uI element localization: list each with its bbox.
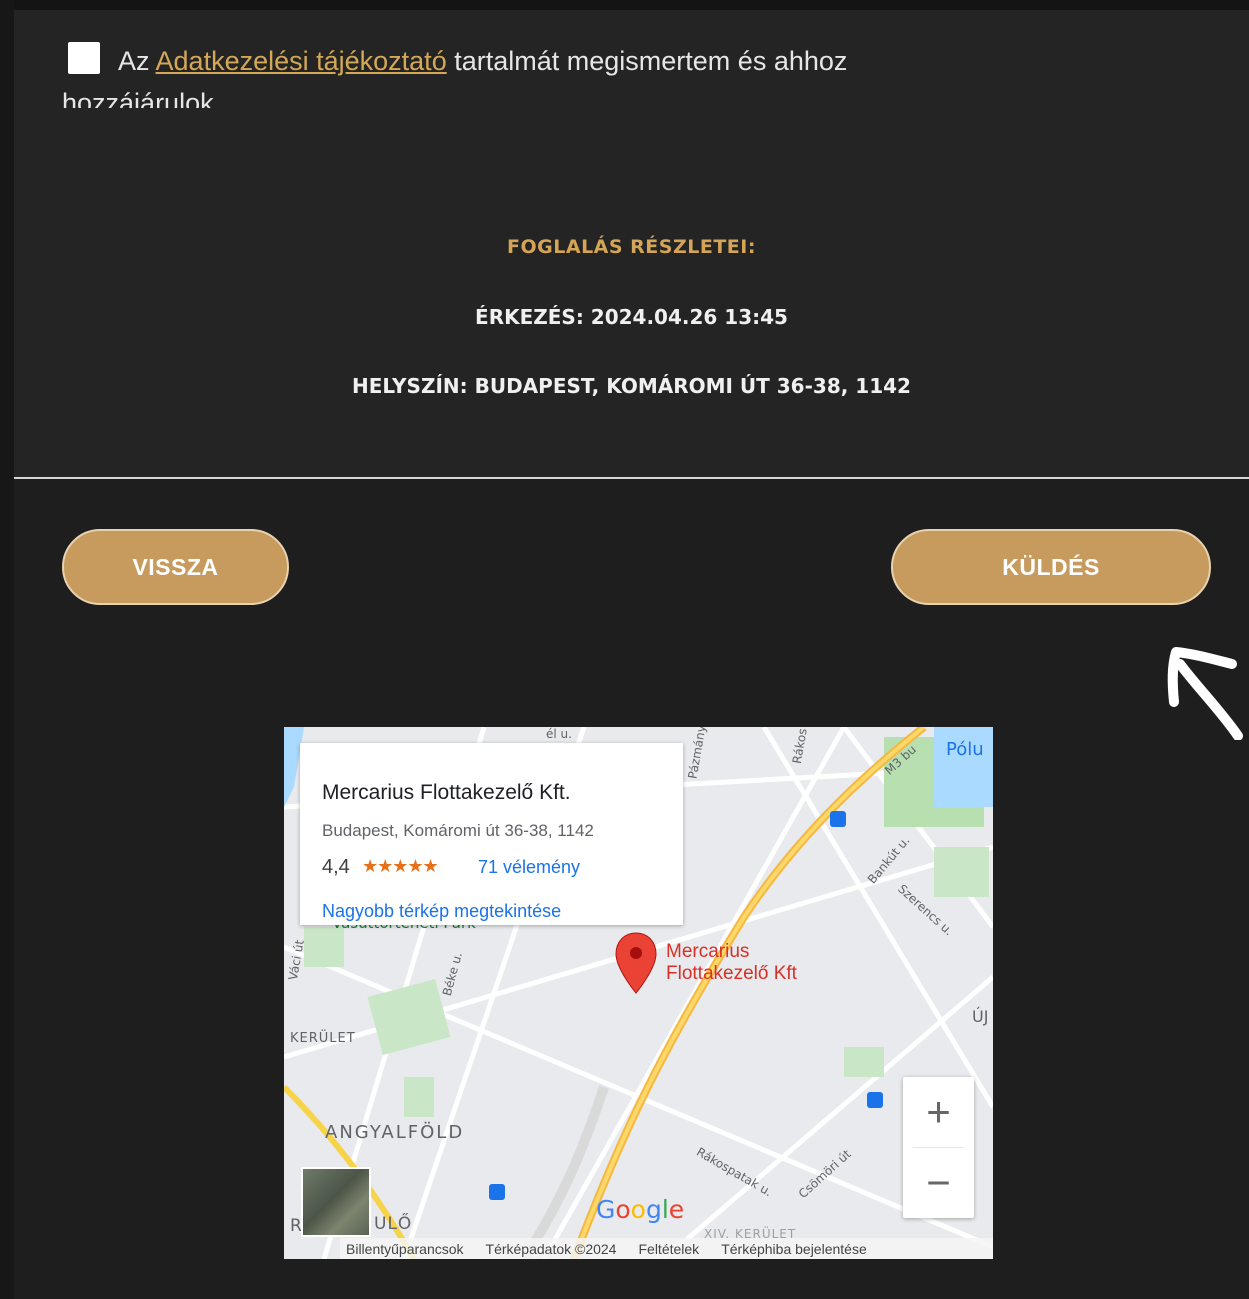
pin-label: Mercarius Flottakezelő Kft bbox=[666, 941, 797, 985]
map-label-polu: Pólu bbox=[946, 739, 984, 760]
map-label-elu: él u. bbox=[546, 727, 572, 741]
hand-drawn-arrow-icon bbox=[1167, 647, 1243, 740]
satellite-toggle[interactable] bbox=[301, 1167, 371, 1237]
rating-stars-icon: ★★★★★ bbox=[362, 856, 439, 876]
map-footer: Billentyűparancsok Térképadatok ©2024 Fe… bbox=[340, 1238, 993, 1259]
zoom-controls: + − bbox=[903, 1077, 974, 1218]
google-logo: Google bbox=[596, 1195, 685, 1224]
map-label-uj: ÚJ bbox=[972, 1007, 989, 1026]
back-button[interactable]: VISSZA bbox=[62, 529, 289, 605]
left-strip bbox=[0, 0, 14, 1299]
larger-map-link[interactable]: Nagyobb térkép megtekintése bbox=[322, 901, 561, 922]
consent-text: Az Adatkezelési tájékoztató tartalmát me… bbox=[62, 40, 962, 108]
embedded-map[interactable]: ANGYALFÖLD KERÜLET Pólu M3 bu Bankút u. … bbox=[284, 727, 993, 1259]
keyboard-shortcuts-link[interactable]: Billentyűparancsok bbox=[346, 1241, 464, 1257]
map-data-link[interactable]: Térképadatok ©2024 bbox=[486, 1241, 617, 1257]
location-pin-icon[interactable] bbox=[614, 931, 658, 995]
terms-link[interactable]: Feltételek bbox=[638, 1241, 699, 1257]
report-error-link[interactable]: Térképhiba bejelentése bbox=[721, 1241, 867, 1257]
divider bbox=[14, 477, 1249, 479]
reviews-link[interactable]: 71 vélemény bbox=[478, 857, 580, 878]
map-label-angyalfold: ANGYALFÖLD bbox=[325, 1122, 465, 1143]
zoom-out-button[interactable]: − bbox=[903, 1148, 974, 1218]
privacy-policy-link[interactable]: Adatkezelési tájékoztató bbox=[156, 46, 447, 76]
zoom-in-button[interactable]: + bbox=[903, 1077, 974, 1147]
place-info-card: Mercarius Flottakezelő Kft. Budapest, Ko… bbox=[300, 743, 683, 925]
booking-arrival: ÉRKEZÉS: 2024.04.26 13:45 bbox=[475, 305, 788, 329]
place-address: Budapest, Komáromi út 36-38, 1142 bbox=[322, 821, 594, 840]
consent-prefix: Az bbox=[118, 46, 150, 76]
place-rating: 4,4 bbox=[322, 856, 350, 878]
booking-location: HELYSZÍN: BUDAPEST, KOMÁROMI ÚT 36-38, 1… bbox=[352, 374, 911, 398]
map-label-ulo: ULŐ bbox=[374, 1214, 413, 1234]
place-name: Mercarius Flottakezelő Kft. bbox=[322, 781, 571, 804]
booking-details-title: FOGLALÁS RÉSZLETEI: bbox=[507, 236, 756, 258]
top-band bbox=[0, 0, 1249, 10]
pin-label-line2: Flottakezelő Kft bbox=[666, 963, 797, 984]
pin-label-line1: Mercarius bbox=[666, 941, 750, 962]
map-label-kerulet: KERÜLET bbox=[290, 1031, 356, 1046]
consent-row: Az Adatkezelési tájékoztató tartalmát me… bbox=[62, 38, 962, 108]
send-button[interactable]: KÜLDÉS bbox=[891, 529, 1211, 605]
